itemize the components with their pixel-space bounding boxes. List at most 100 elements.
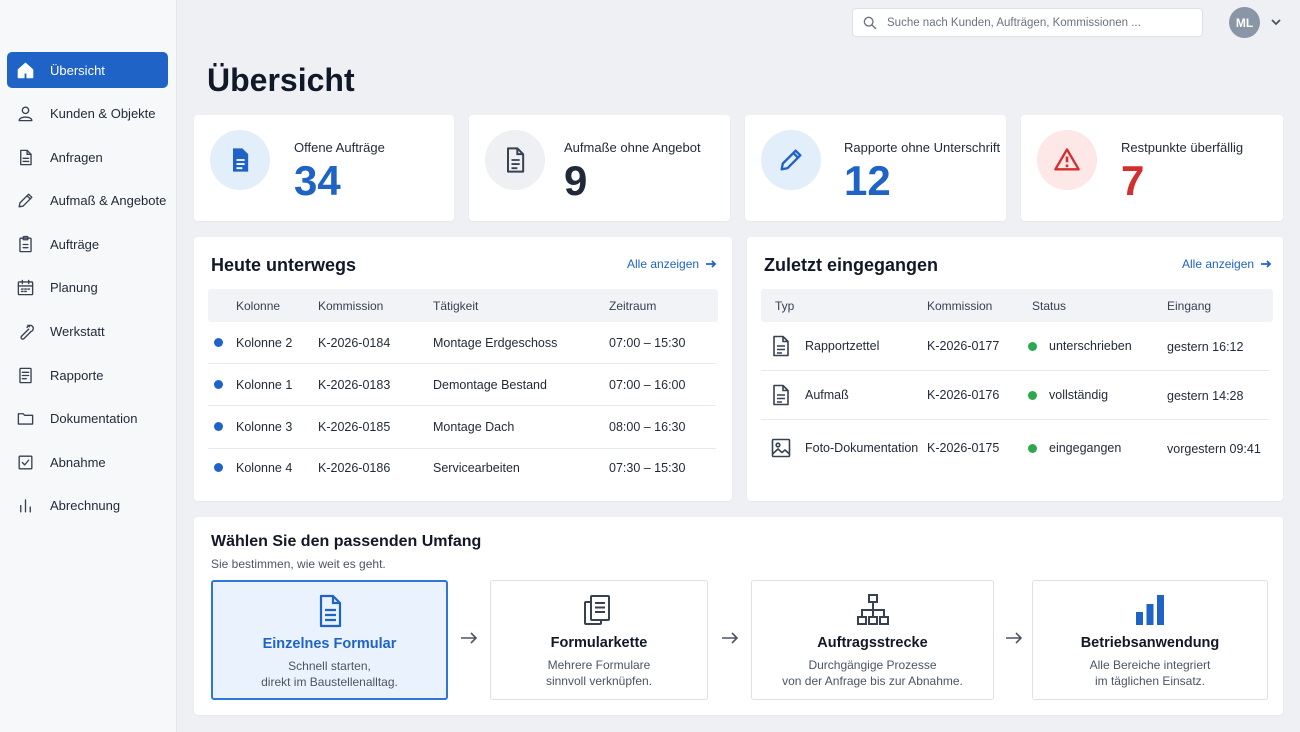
cell-eingang: gestern 16:12 (1167, 340, 1244, 354)
checkbox-icon (15, 452, 35, 472)
image-icon (771, 437, 791, 459)
kpi-icon-circle (210, 130, 270, 190)
cell-kolonne: Kolonne 4 (236, 461, 293, 475)
cell-typ: Aufmaß (805, 388, 849, 402)
link-label: Alle anzeigen (627, 257, 700, 271)
cell-status: vollständig (1049, 388, 1109, 402)
document-icon (771, 384, 791, 406)
avatar-initials: ML (1235, 15, 1254, 30)
sidebar-item-label: Aufmaß & Angebote (50, 193, 167, 209)
sidebar-item-werkstatt[interactable]: Werkstatt (7, 314, 168, 350)
arrow-right-icon (1261, 260, 1272, 268)
sidebar-item-abnahme[interactable]: Abnahme (7, 444, 168, 480)
sidebar-item-label: Aufträge (50, 236, 100, 252)
column-header: Zeitraum (609, 299, 657, 313)
table-row[interactable]: Kolonne 3 K-2026-0185 Montage Dach 08:00… (208, 406, 716, 449)
table-row[interactable]: Kolonne 1 K-2026-0183 Demontage Bestand … (208, 364, 716, 406)
kpi-icon-circle (1037, 130, 1097, 190)
scope-panel: Wählen Sie den passenden Umfang Sie best… (194, 517, 1283, 715)
scope-subtitle: Sie bestimmen, wie weit es geht. (211, 557, 386, 571)
option-description: Mehrere Formulare sinnvoll verknüpfen. (491, 657, 707, 689)
table-row[interactable]: Aufmaß K-2026-0176 vollständig gestern 1… (761, 371, 1269, 420)
sidebar-item-kunden[interactable]: Kunden & Objekte (7, 96, 168, 132)
sidebar-item-label: Abrechnung (50, 498, 121, 514)
document-icon (507, 147, 525, 173)
sidebar-item-aufmass[interactable]: Aufmaß & Angebote (7, 183, 168, 219)
column-header: Status (1032, 299, 1067, 313)
status-dot (214, 338, 223, 347)
sidebar-item-dokumentation[interactable]: Dokumentation (7, 401, 168, 437)
sidebar-item-uebersicht[interactable]: Übersicht (7, 52, 168, 88)
today-panel-title: Heute unterwegs (211, 255, 357, 275)
sidebar-item-auftraege[interactable]: Aufträge (7, 226, 168, 262)
kpi-label: Rapporte ohne Unterschrift (844, 140, 1001, 155)
link-label: Alle anzeigen (1182, 257, 1255, 271)
scope-option-betriebsanwendung[interactable]: Betriebsanwendung Alle Bereiche integrie… (1032, 580, 1268, 700)
table-row[interactable]: Kolonne 4 K-2026-0186 Servicearbeiten 07… (208, 449, 716, 491)
sidebar-item-label: Abnahme (50, 454, 106, 470)
cell-status: eingegangen (1049, 441, 1122, 455)
sidebar-item-abrechnung[interactable]: Abrechnung (7, 488, 168, 524)
option-title: Auftragsstrecke (817, 635, 928, 651)
search-bar[interactable] (852, 8, 1203, 37)
recent-show-all-link[interactable]: Alle anzeigen (1182, 257, 1272, 271)
arrow-right-icon (706, 260, 717, 268)
cell-kommission: K-2026-0185 (318, 420, 391, 434)
folder-icon (15, 409, 35, 429)
cell-taetigkeit: Montage Dach (433, 420, 515, 434)
kpi-label: Restpunkte überfällig (1121, 140, 1244, 155)
kpi-value: 9 (564, 157, 588, 204)
table-header: Kolonne Kommission Tätigkeit Zeitraum (208, 289, 718, 322)
status-dot (214, 380, 223, 389)
chevron-down-icon[interactable] (1270, 15, 1282, 27)
pencil-icon (15, 191, 35, 211)
cell-kommission: K-2026-0184 (318, 336, 391, 350)
recent-panel: Zuletzt eingegangen Alle anzeigen Typ Ko… (747, 237, 1283, 501)
kpi-card-aufmasse[interactable]: Aufmaße ohne Angebot 9 (469, 115, 730, 221)
sidebar-item-planung[interactable]: Planung (7, 270, 168, 306)
status-dot (1028, 444, 1037, 453)
option-desc-line: Alle Bereiche integriert (1089, 658, 1211, 672)
table-row[interactable]: Foto-Dokumentation K-2026-0175 eingegang… (761, 420, 1269, 477)
status-dot (214, 422, 223, 431)
sidebar-item-label: Übersicht (50, 62, 105, 78)
option-desc-line: direkt im Baustellenalltag. (261, 675, 398, 689)
cell-typ: Foto-Dokumentation (805, 441, 919, 455)
status-dot (1028, 391, 1037, 400)
arrow-right-icon (1005, 631, 1023, 645)
cell-kommission: K-2026-0177 (927, 339, 1000, 353)
today-show-all-link[interactable]: Alle anzeigen (627, 257, 717, 271)
cell-taetigkeit: Demontage Bestand (433, 378, 547, 392)
cell-kommission: K-2026-0176 (927, 388, 1000, 402)
cell-typ: Rapportzettel (805, 339, 880, 353)
avatar[interactable]: ML (1229, 7, 1260, 38)
table-row[interactable]: Rapportzettel K-2026-0177 unterschrieben… (761, 322, 1269, 371)
cell-eingang: gestern 14:28 (1167, 389, 1244, 403)
cell-kommission: K-2026-0175 (927, 441, 1000, 455)
table-row[interactable]: Kolonne 2 K-2026-0184 Montage Erdgeschos… (208, 322, 716, 364)
today-panel: Heute unterwegs Alle anzeigen Kolonne Ko… (194, 237, 732, 501)
sidebar-item-label: Werkstatt (50, 324, 105, 340)
search-input[interactable] (887, 16, 1187, 29)
user-icon (15, 104, 35, 124)
cell-taetigkeit: Servicearbeiten (433, 461, 520, 475)
sidebar-item-rapporte[interactable]: Rapporte (7, 357, 168, 393)
scope-title: Wählen Sie den passenden Umfang (211, 533, 482, 550)
sidebar-item-anfragen[interactable]: Anfragen (7, 139, 168, 175)
sidebar-item-label: Planung (50, 280, 98, 296)
warning-icon (1054, 148, 1080, 171)
table-header: Typ Kommission Status Eingang (761, 289, 1273, 322)
page-title: Übersicht (207, 62, 355, 98)
kpi-card-offene-auftraege[interactable]: Offene Aufträge 34 (194, 115, 454, 221)
cell-zeitraum: 07:30 – 15:30 (609, 461, 686, 475)
kpi-value: 34 (294, 157, 341, 204)
document-icon (771, 335, 791, 357)
cell-zeitraum: 07:00 – 15:30 (609, 336, 686, 350)
recent-panel-title: Zuletzt eingegangen (764, 255, 939, 275)
scope-option-auftragsstrecke[interactable]: Auftragsstrecke Durchgängige Prozesse von… (751, 580, 994, 700)
scope-option-formularkette[interactable]: Formularkette Mehrere Formulare sinnvoll … (490, 580, 708, 700)
kpi-card-restpunkte[interactable]: Restpunkte überfällig 7 (1021, 115, 1283, 221)
cell-zeitraum: 07:00 – 16:00 (609, 378, 686, 392)
kpi-card-rapporte[interactable]: Rapporte ohne Unterschrift 12 (745, 115, 1006, 221)
scope-option-einzelnes-formular[interactable]: Einzelnes Formular Schnell starten, direk… (211, 580, 448, 700)
